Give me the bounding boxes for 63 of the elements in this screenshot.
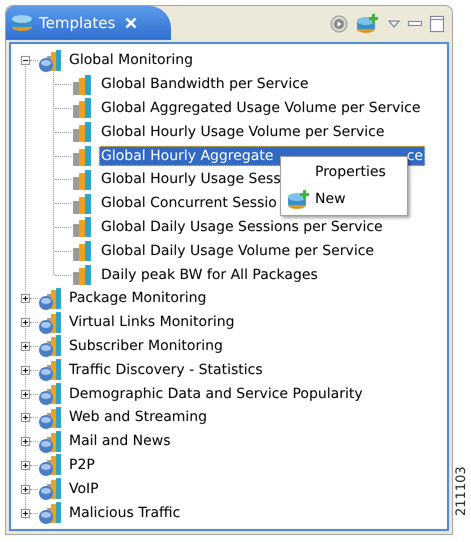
expand-icon[interactable] <box>21 484 30 494</box>
menu-item[interactable]: New <box>281 187 407 212</box>
bar-chart-icon <box>71 264 93 286</box>
chart-group-icon <box>38 310 62 335</box>
tree-item[interactable]: Virtual Links Monitoring <box>68 312 236 334</box>
chart-group-icon <box>38 286 62 311</box>
chart-group-icon <box>38 501 62 526</box>
tree-item[interactable]: Mail and News <box>68 431 172 452</box>
tree-item[interactable]: Global Hourly Usage Volume per Service <box>99 122 386 143</box>
view-tab[interactable]: Templates <box>6 6 171 40</box>
run-icon[interactable] <box>330 15 348 33</box>
bar-chart-icon <box>71 97 93 120</box>
tree-item[interactable]: Global Monitoring <box>68 50 194 72</box>
figure-number: 211103 <box>454 465 470 516</box>
tree-item[interactable]: Malicious Traffic <box>68 502 182 524</box>
bar-chart-icon <box>71 74 93 96</box>
minimize-icon[interactable] <box>408 21 422 27</box>
view-menu-icon[interactable] <box>388 20 400 28</box>
bar-chart-icon <box>71 145 93 168</box>
tree-item[interactable]: Daily peak BW for All Packages <box>99 264 320 286</box>
chart-group-icon <box>38 358 62 382</box>
chart-group-icon <box>38 406 62 430</box>
bar-chart-icon <box>71 168 93 191</box>
bar-chart-icon <box>71 121 93 144</box>
tree-item[interactable]: Subscriber Monitoring <box>68 336 224 357</box>
tree-item[interactable]: Package Monitoring <box>68 288 208 310</box>
tree-item[interactable]: VoIP <box>68 478 100 500</box>
chart-group-icon <box>38 48 62 73</box>
expand-icon[interactable] <box>21 413 30 422</box>
expand-icon[interactable] <box>21 342 30 351</box>
chart-group-icon <box>38 477 62 502</box>
tree-item[interactable]: P2P <box>68 454 96 476</box>
tree-item[interactable]: Global Daily Usage Volume per Service <box>99 240 376 262</box>
expand-icon[interactable] <box>21 508 30 518</box>
add-database-icon <box>287 188 311 210</box>
collapse-icon[interactable] <box>21 56 30 66</box>
bar-chart-icon <box>71 216 93 238</box>
chart-group-icon <box>38 453 62 478</box>
tree-item[interactable]: Global Daily Usage Sessions per Service <box>99 216 385 238</box>
tree-item[interactable]: Traffic Discovery - Statistics <box>68 360 264 381</box>
templates-icon <box>11 14 33 32</box>
expand-icon[interactable] <box>21 366 30 375</box>
item-label-end: ce <box>406 146 423 166</box>
tree-item[interactable]: Global Aggregated Usage Volume per Service <box>99 98 422 119</box>
close-icon[interactable] <box>125 17 138 29</box>
expand-icon[interactable] <box>21 318 30 328</box>
bar-chart-icon <box>71 192 93 215</box>
tree-item[interactable]: Global Bandwidth per Service <box>99 74 311 96</box>
bar-chart-icon <box>71 240 93 262</box>
tree-item[interactable]: Global Concurrent Sessio <box>99 193 279 214</box>
tree-item[interactable]: Web and Streaming <box>68 407 208 428</box>
chart-group-icon <box>38 430 62 454</box>
add-database-icon[interactable] <box>356 13 380 35</box>
expand-icon[interactable] <box>21 460 30 470</box>
expand-icon[interactable] <box>21 437 30 446</box>
tree-item[interactable]: Demographic Data and Service Popularity <box>68 384 364 405</box>
item-label: Global Hourly Aggregate <box>101 146 274 166</box>
tree-item[interactable]: Global Hourly Usage Sess <box>99 169 283 190</box>
maximize-icon[interactable] <box>430 16 444 32</box>
chart-group-icon <box>38 334 62 358</box>
expand-icon[interactable] <box>21 390 30 399</box>
chart-group-icon <box>38 382 62 406</box>
expand-icon[interactable] <box>21 294 30 304</box>
